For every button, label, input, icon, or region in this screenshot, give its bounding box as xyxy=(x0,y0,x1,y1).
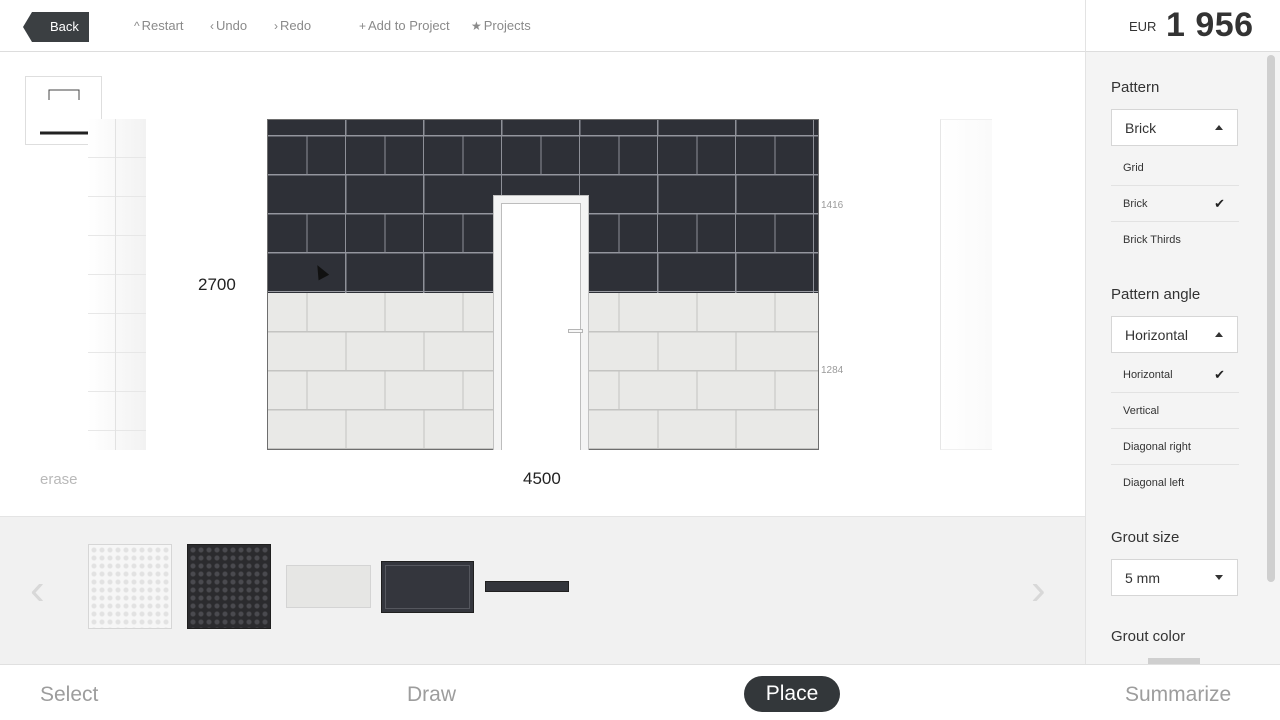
sidebar-scrollbar[interactable] xyxy=(1267,55,1275,582)
redo-button[interactable]: › Redo xyxy=(274,18,311,33)
caret-up-icon xyxy=(1215,125,1223,130)
grout-size-title: Grout size xyxy=(1111,529,1180,546)
add-to-project-button[interactable]: + Add to Project xyxy=(359,18,450,33)
option-label: Brick Thirds xyxy=(1123,234,1181,246)
grout-color-title: Grout color xyxy=(1111,628,1186,645)
option-label: Vertical xyxy=(1123,405,1160,417)
lower-section-dimension: 1284 xyxy=(821,365,844,376)
step-navigation: Select Draw Place Summarize xyxy=(0,664,1280,720)
nav-step-place[interactable]: Place xyxy=(744,676,840,712)
undo-button[interactable]: ‹ Undo xyxy=(210,18,247,33)
top-toolbar: Back ^ Restart ‹ Undo › Redo + Add to Projec… xyxy=(0,0,1085,52)
pattern-select-value: Brick xyxy=(1125,120,1157,136)
redo-label: Redo xyxy=(280,18,312,33)
tile-light-rectangle[interactable] xyxy=(286,565,371,608)
wall-width-dimension: 4500 xyxy=(523,469,561,488)
add-to-project-label: Add to Project xyxy=(368,18,450,33)
nav-step-select[interactable]: Select xyxy=(40,683,98,707)
caret-up-icon: ^ xyxy=(134,19,140,33)
option-label: Brick xyxy=(1123,198,1148,210)
tile-dark-rectangle[interactable] xyxy=(381,561,474,613)
angle-option-diagonal-right[interactable]: Diagonal right xyxy=(1111,429,1239,465)
pattern-option-brick-thirds[interactable]: Brick Thirds xyxy=(1111,222,1239,258)
star-icon: ★ xyxy=(471,19,482,33)
price-box: EUR 1 956 xyxy=(1085,0,1280,52)
pattern-angle-title: Pattern angle xyxy=(1111,286,1201,303)
pattern-title: Pattern xyxy=(1111,79,1160,96)
check-icon: ✔ xyxy=(1214,196,1225,211)
tile-white-hexagon[interactable] xyxy=(88,544,172,629)
erase-button[interactable]: erase xyxy=(40,471,78,488)
wall-height-dimension: 2700 xyxy=(198,275,236,294)
projects-label: Projects xyxy=(483,18,531,33)
undo-label: Undo xyxy=(216,18,248,33)
chevron-left-icon: ‹ xyxy=(210,19,214,33)
upper-section-dimension: 1416 xyxy=(821,200,844,211)
chevron-right-icon: › xyxy=(274,19,278,33)
projects-button[interactable]: ★ Projects xyxy=(471,18,531,33)
pattern-angle-select-value: Horizontal xyxy=(1125,327,1189,343)
right-side-wall[interactable] xyxy=(940,119,992,450)
option-label: Diagonal right xyxy=(1123,441,1191,453)
angle-option-vertical[interactable]: Vertical xyxy=(1111,393,1239,429)
tile-dark-strip[interactable] xyxy=(485,581,569,592)
angle-option-diagonal-left[interactable]: Diagonal left xyxy=(1111,465,1239,501)
grout-size-select[interactable]: 5 mm xyxy=(1111,559,1238,596)
option-label: Horizontal xyxy=(1123,369,1173,381)
restart-label: Restart xyxy=(141,18,184,33)
nav-step-summarize[interactable]: Summarize xyxy=(1125,683,1231,707)
pattern-angle-select[interactable]: Horizontal xyxy=(1111,316,1238,353)
check-icon: ✔ xyxy=(1214,367,1225,382)
pattern-option-grid[interactable]: Grid xyxy=(1111,150,1239,186)
door-panel xyxy=(501,203,583,450)
angle-option-horizontal[interactable]: Horizontal ✔ xyxy=(1111,357,1239,393)
restart-button[interactable]: ^ Restart xyxy=(134,18,184,33)
back-button[interactable]: Back xyxy=(23,12,89,42)
left-side-wall[interactable] xyxy=(88,119,146,450)
pattern-option-brick[interactable]: Brick ✔ xyxy=(1111,186,1239,222)
nav-step-draw[interactable]: Draw xyxy=(407,683,456,707)
price-amount: 1 956 xyxy=(1166,6,1254,44)
caret-up-icon xyxy=(1215,332,1223,337)
tile-black-hexagon[interactable] xyxy=(187,544,271,629)
carousel-prev-icon[interactable]: ‹ xyxy=(30,568,45,612)
door-handle xyxy=(568,329,583,333)
plus-icon: + xyxy=(359,19,367,33)
grout-size-select-value: 5 mm xyxy=(1125,570,1160,586)
carousel-next-icon[interactable]: › xyxy=(1031,568,1046,612)
settings-sidebar: Pattern Brick Grid Brick ✔ Brick Thirds … xyxy=(1085,52,1280,664)
price-currency: EUR xyxy=(1129,19,1157,34)
option-label: Grid xyxy=(1123,162,1144,174)
pattern-select[interactable]: Brick xyxy=(1111,109,1238,146)
option-label: Diagonal left xyxy=(1123,477,1185,489)
caret-down-icon xyxy=(1215,575,1223,580)
door[interactable] xyxy=(493,195,589,450)
